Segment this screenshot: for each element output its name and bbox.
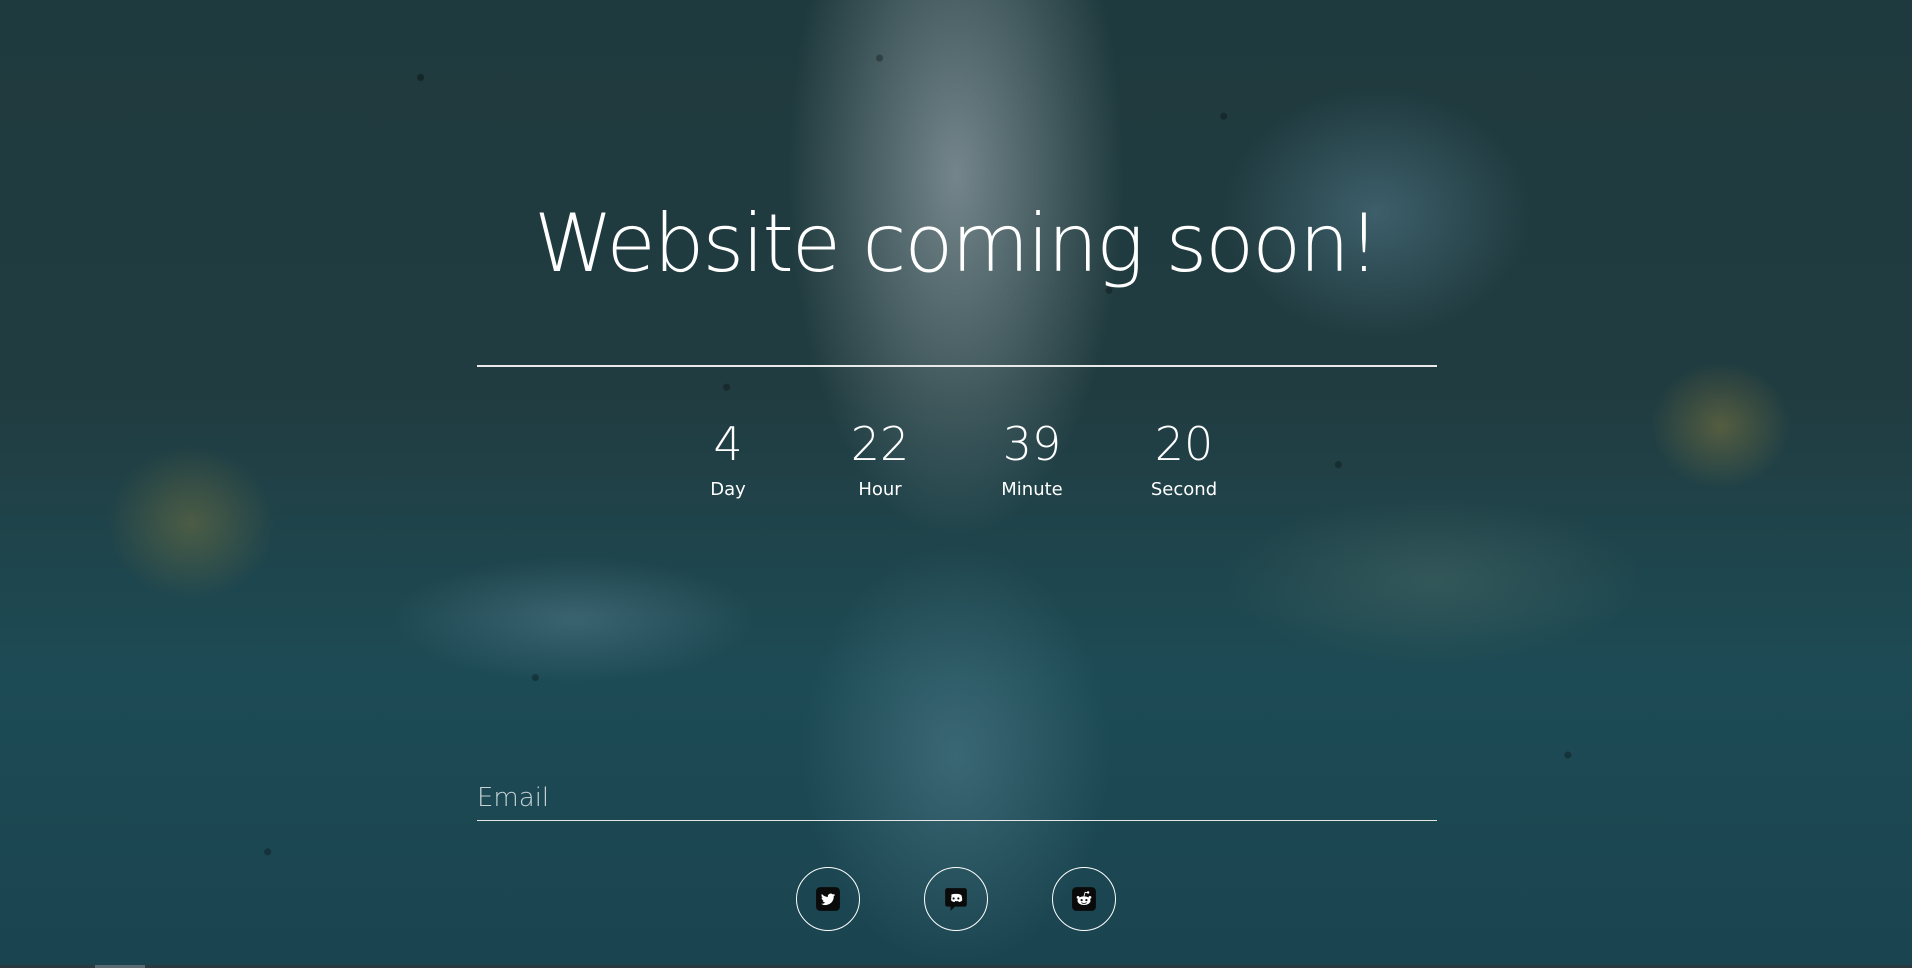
- countdown-label: Hour: [858, 479, 902, 500]
- countdown-label: Minute: [1001, 479, 1063, 500]
- countdown-hour: 22 Hour: [804, 412, 956, 502]
- twitter-link[interactable]: [796, 867, 860, 931]
- social-links: [0, 867, 1912, 931]
- countdown-label: Second: [1150, 479, 1218, 500]
- countdown-value: 39: [1002, 417, 1062, 471]
- countdown-second: 20 Second: [1108, 412, 1260, 502]
- page-title: Website coming soon!: [534, 197, 1380, 290]
- countdown-value: 22: [850, 417, 910, 471]
- countdown-label: Day: [710, 479, 746, 500]
- countdown-timer: 4 Day 22 Hour 39 Minute 20 Second: [0, 412, 1912, 502]
- twitter-icon: [816, 887, 840, 911]
- countdown-value: 4: [713, 417, 743, 471]
- email-input[interactable]: [477, 776, 1437, 820]
- email-field-wrapper: [477, 776, 1437, 821]
- reddit-icon: [1072, 887, 1096, 911]
- countdown-minute: 39 Minute: [956, 412, 1108, 502]
- countdown-value: 20: [1154, 417, 1214, 471]
- discord-icon: [945, 888, 967, 911]
- countdown-day: 4 Day: [652, 412, 804, 502]
- title-divider: [477, 365, 1437, 367]
- reddit-link[interactable]: [1052, 867, 1116, 931]
- discord-link[interactable]: [924, 867, 988, 931]
- coming-soon-page: Website coming soon! 4 Day 22 Hour 39 Mi…: [0, 0, 1912, 968]
